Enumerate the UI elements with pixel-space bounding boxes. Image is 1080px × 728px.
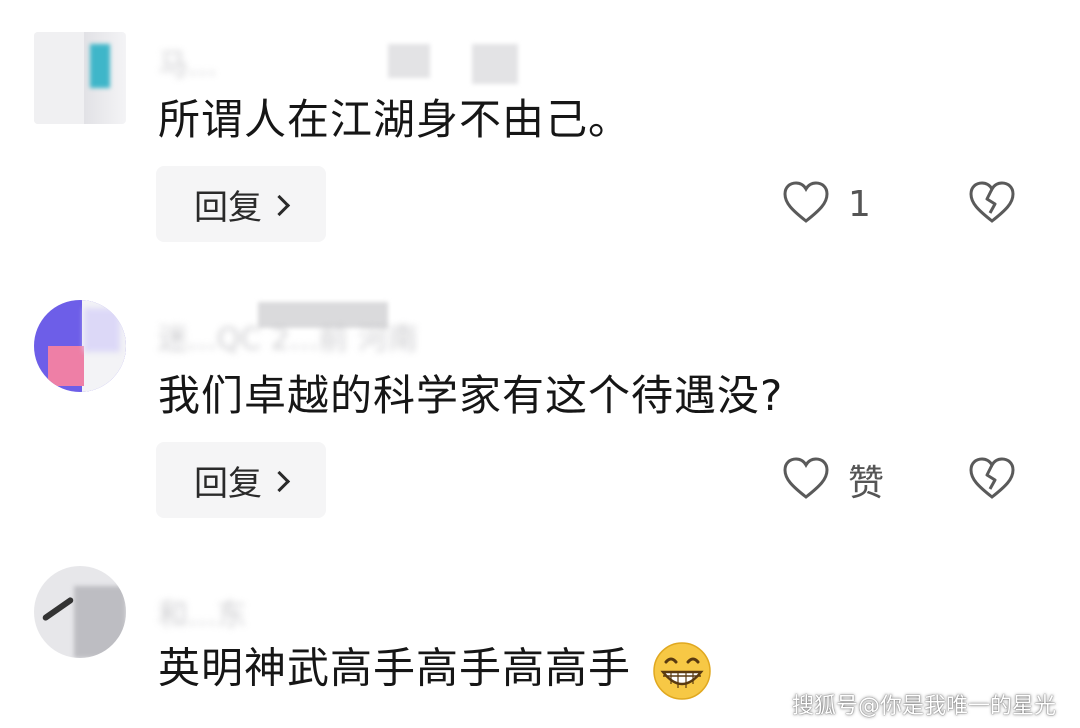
chevron-right-icon (268, 194, 291, 216)
comment-list-page: 马... 所谓人在江湖身不由己。 回复 1 迷...QC 2...前 河南 我们… (0, 0, 1080, 728)
broken-heart-icon (968, 180, 1016, 228)
comment-text-body: 英明神武高手高手高高手 (158, 643, 632, 693)
like-label: 赞 (848, 463, 885, 504)
dislike-button[interactable] (966, 442, 1018, 518)
broken-heart-icon (968, 456, 1016, 504)
heart-outline-icon (782, 456, 830, 504)
comment-author-meta: 迷...QC 2...前 河南 (158, 322, 418, 357)
comment-text: 我们卓越的科学家有这个待遇没? (158, 371, 784, 420)
avatar[interactable] (34, 300, 126, 392)
reply-label: 回复 (194, 187, 262, 228)
comment-text: 所谓人在江湖身不由己。 (158, 95, 632, 144)
like-button[interactable]: 赞 (782, 442, 884, 518)
comment-author-meta: 和...东 (158, 598, 247, 633)
blurred-meta-block (472, 44, 518, 84)
reply-button[interactable]: 回复 (156, 442, 326, 518)
comment-author-meta: 马... (158, 48, 217, 83)
blurred-meta-block (388, 44, 430, 78)
reply-button[interactable]: 回复 (156, 166, 326, 242)
chevron-right-icon (268, 470, 291, 492)
avatar[interactable] (34, 32, 126, 124)
reply-label: 回复 (194, 463, 262, 504)
grinning-face-icon (651, 640, 713, 702)
watermark: 搜狐号@你是我唯一的星光 (791, 694, 1056, 719)
comment-text: 英明神武高手高手高高手 (158, 640, 713, 702)
dislike-button[interactable] (966, 166, 1018, 242)
like-button[interactable]: 1 (782, 166, 871, 242)
heart-outline-icon (782, 180, 830, 228)
like-count: 1 (848, 183, 871, 225)
avatar[interactable] (34, 566, 126, 658)
